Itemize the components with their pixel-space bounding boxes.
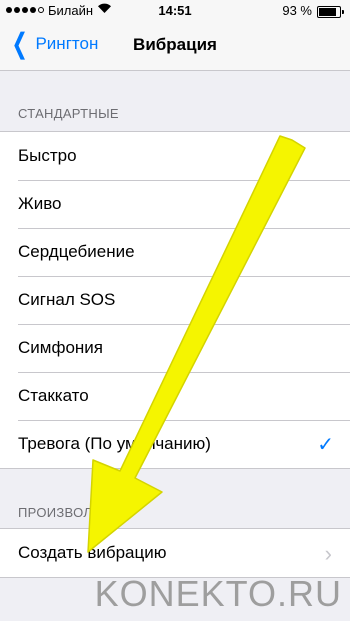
- list-item-label: Симфония: [18, 338, 103, 357]
- list-item[interactable]: Сердцебиение: [0, 228, 350, 276]
- list-item-label: Сигнал SOS: [18, 290, 116, 309]
- list-item[interactable]: Симфония: [0, 324, 350, 372]
- list-item-label: Стаккато: [18, 386, 89, 405]
- battery-percent: 93 %: [282, 3, 312, 18]
- list-item[interactable]: Стаккато: [0, 372, 350, 420]
- list-item-label: Тревога (По умолчанию): [18, 434, 211, 453]
- list-item[interactable]: Сигнал SOS: [0, 276, 350, 324]
- list-item-label: Быстро: [18, 146, 77, 165]
- section-header-standard: СТАНДАРТНЫЕ: [18, 106, 119, 121]
- list-item-label: Сердцебиение: [18, 242, 135, 261]
- list-item-selected[interactable]: Тревога (По умолчанию) ✓: [0, 420, 350, 468]
- section-header-custom: ПРОИЗВОЛЬНЫЕ: [18, 505, 132, 520]
- standard-vibrations-list: Быстро Живо Сердцебиение Сигнал SOS Симф…: [0, 131, 350, 469]
- watermark: KONEKTO.RU: [94, 573, 342, 614]
- status-bar: Билайн 14:51 93 %: [0, 0, 350, 22]
- list-item-label: Живо: [18, 194, 62, 213]
- create-vibration-row[interactable]: Создать вибрацию ›: [0, 529, 350, 577]
- custom-vibrations-list: Создать вибрацию ›: [0, 528, 350, 578]
- navigation-bar: ❮ Рингтон Вибрация: [0, 22, 350, 71]
- battery-icon: [317, 6, 344, 18]
- page-title: Вибрация: [133, 35, 217, 54]
- checkmark-icon: ✓: [317, 434, 334, 456]
- list-item[interactable]: Быстро: [0, 132, 350, 180]
- list-item-label: Создать вибрацию: [18, 543, 167, 562]
- list-item[interactable]: Живо: [0, 180, 350, 228]
- chevron-right-icon: ›: [324, 541, 332, 566]
